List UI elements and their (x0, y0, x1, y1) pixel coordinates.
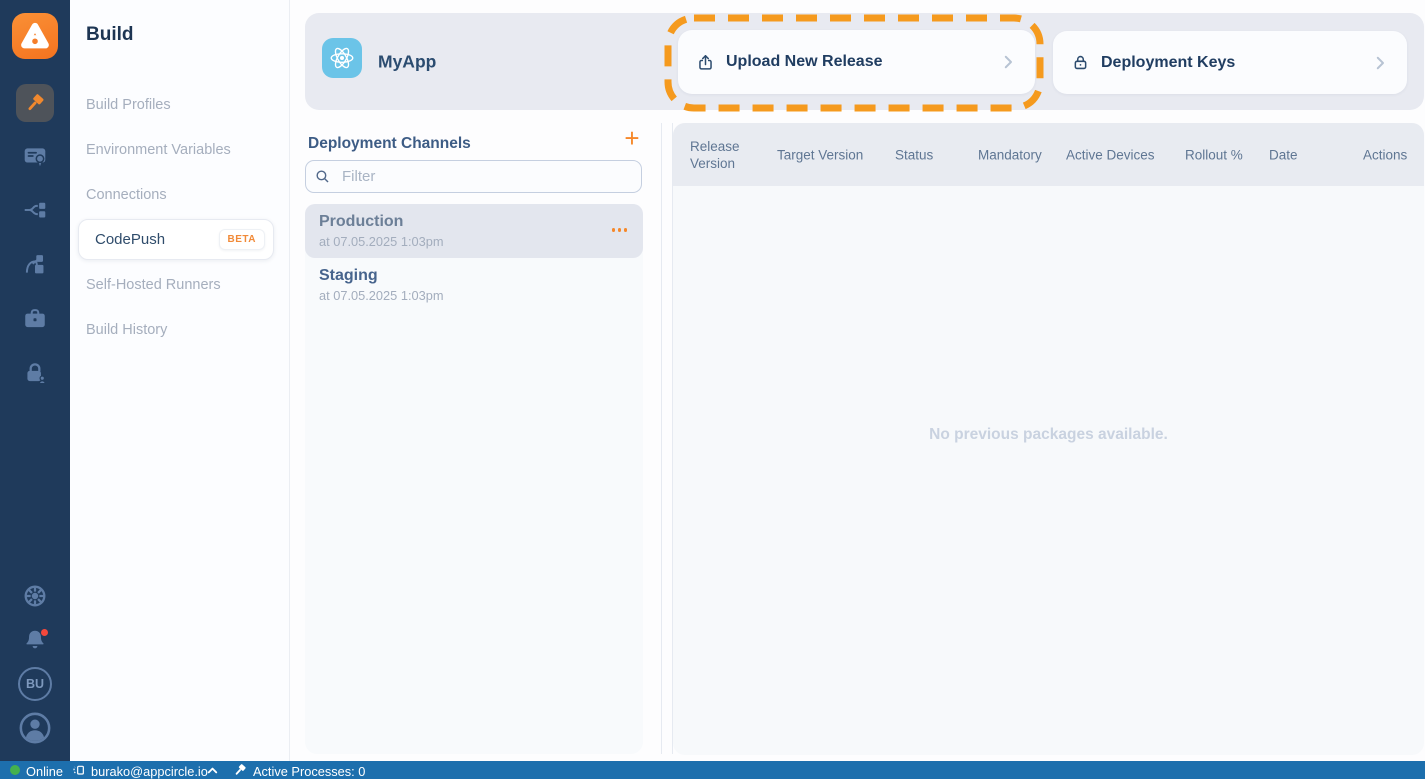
deployment-keys-label: Deployment Keys (1101, 53, 1236, 71)
sidebar-title: Build (86, 24, 134, 45)
rail-item-enterprise-store[interactable] (21, 305, 49, 333)
appcircle-logo-glyph (21, 22, 49, 49)
support-wheel-icon (24, 585, 46, 607)
empty-table-message: No previous packages available. (929, 426, 1168, 443)
beta-badge: BETA (218, 229, 265, 250)
status-bar: Online burako@appcircle.io Active Proces… (0, 761, 1425, 779)
access-lock-icon (27, 363, 47, 385)
deployment-keys-button[interactable]: Deployment Keys (1053, 31, 1407, 94)
rail-item-support[interactable] (21, 582, 49, 610)
app-name: MyApp (378, 51, 437, 71)
deployment-channels-title: Deployment Channels (308, 135, 471, 152)
organization-avatar[interactable]: BU (18, 667, 52, 701)
column-actions: Actions (1363, 147, 1408, 162)
notification-badge-dot (41, 629, 48, 636)
channel-name: Production (319, 213, 404, 230)
app-header-bar: MyApp Upload New Release Deployment Keys (305, 13, 1424, 110)
active-processes-hammer-icon (232, 762, 248, 778)
user-avatar-icon (19, 712, 51, 744)
upload-new-release-button[interactable]: Upload New Release (678, 30, 1035, 94)
rail-item-profile[interactable] (18, 711, 52, 745)
app-window: BU Build Build Profiles Environment Vari… (0, 0, 1425, 779)
column-rollout: Rollout % (1185, 147, 1243, 162)
upload-icon (696, 53, 715, 72)
channel-menu-ellipsis-icon[interactable] (611, 228, 627, 232)
organization-initials: BU (25, 677, 45, 691)
publish-icon (25, 255, 44, 274)
channel-item-production[interactable]: Production at 07.05.2025 1:03pm (305, 204, 643, 258)
column-active-devices: Active Devices (1066, 147, 1155, 162)
lock-icon (1071, 53, 1090, 72)
rail-item-build[interactable] (16, 84, 54, 122)
column-target-version: Target Version (777, 147, 864, 162)
rail-item-publish[interactable] (21, 250, 49, 278)
sidebar-item-build-history[interactable]: Build History (86, 322, 167, 338)
column-status: Status (895, 147, 934, 162)
column-release-version: Release Version (690, 138, 740, 171)
search-icon (314, 168, 331, 185)
panel-resizer[interactable] (661, 123, 673, 754)
packages-table: Release Version Target Version Status Ma… (673, 123, 1424, 755)
module-rail: BU (0, 0, 70, 761)
user-email[interactable]: burako@appcircle.io (91, 764, 208, 779)
online-label: Online (26, 763, 63, 779)
enterprise-store-icon (25, 309, 45, 328)
column-date: Date (1269, 147, 1298, 162)
channel-name: Staging (319, 267, 378, 284)
sidebar-item-environment-variables[interactable]: Environment Variables (86, 142, 231, 158)
channel-timestamp: at 07.05.2025 1:03pm (319, 288, 444, 303)
upload-new-release-label: Upload New Release (726, 53, 883, 70)
channel-filter (305, 160, 642, 193)
rail-item-testing-distribution[interactable] (21, 196, 49, 224)
sidebar-item-self-hosted-runners[interactable]: Self-Hosted Runners (86, 277, 221, 293)
sidebar-item-codepush[interactable]: CodePush BETA (78, 219, 274, 260)
sync-file-icon (71, 762, 87, 778)
sidebar-item-build-profiles[interactable]: Build Profiles (86, 97, 171, 113)
react-logo-icon (330, 47, 354, 69)
rail-item-signing-identities[interactable] (21, 142, 49, 170)
build-sidebar: Build Build Profiles Environment Variabl… (70, 0, 290, 761)
sidebar-item-codepush-label: CodePush (95, 231, 166, 248)
online-status-dot (10, 765, 20, 775)
active-processes-label[interactable]: Active Processes: 0 (253, 764, 365, 779)
build-hammer-icon (28, 94, 44, 111)
chevron-right-icon (1371, 54, 1389, 72)
column-mandatory: Mandatory (978, 147, 1042, 162)
react-app-icon (322, 38, 362, 78)
channel-item-staging[interactable]: Staging at 07.05.2025 1:03pm (305, 258, 643, 312)
packages-table-header: Release Version Target Version Status Ma… (673, 123, 1424, 186)
sidebar-item-connections[interactable]: Connections (86, 187, 167, 203)
distribution-flow-icon (24, 202, 46, 218)
deployment-channels-panel: Deployment Channels + Production at 07.0… (305, 123, 643, 755)
channel-timestamp: at 07.05.2025 1:03pm (319, 234, 444, 249)
add-channel-button[interactable]: + (620, 125, 644, 151)
chevron-right-icon (999, 53, 1017, 71)
channel-list: Production at 07.05.2025 1:03pm Staging … (305, 204, 643, 754)
signing-certificate-icon (24, 148, 46, 167)
rail-item-access-management[interactable] (21, 359, 49, 387)
appcircle-logo[interactable] (12, 13, 58, 59)
channel-filter-input[interactable] (305, 160, 642, 193)
chevron-up-icon[interactable] (205, 763, 220, 778)
